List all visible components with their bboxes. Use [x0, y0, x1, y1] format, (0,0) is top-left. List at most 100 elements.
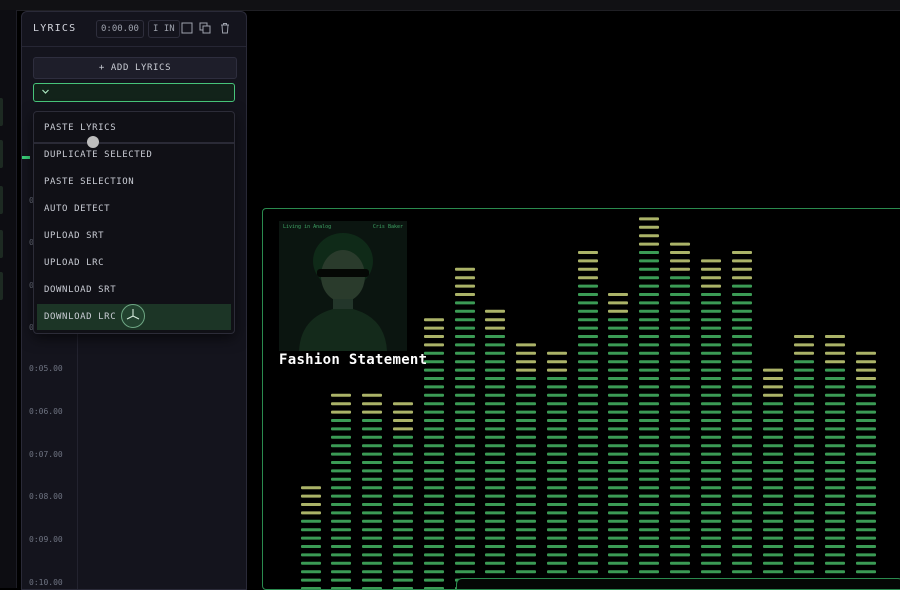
- visualizer-bar: [608, 419, 628, 422]
- visualizer-bar: [794, 343, 814, 347]
- visualizer-bar: [732, 326, 752, 330]
- visualizer-bar: [763, 503, 783, 506]
- visualizer-bar: [670, 385, 690, 389]
- visualizer-bar: [639, 528, 659, 532]
- visualizer-bar: [516, 385, 536, 389]
- rail-tab[interactable]: [0, 98, 3, 126]
- visualizer-bar: [362, 536, 382, 540]
- visualizer-bar: [578, 276, 598, 280]
- visualizer-bar: [639, 452, 659, 456]
- playhead-marker[interactable]: [22, 156, 30, 159]
- copy-icon[interactable]: [199, 22, 211, 34]
- visualizer-bar: [763, 393, 783, 397]
- visualizer-bar: [701, 351, 721, 355]
- cursor-icon: [121, 304, 145, 328]
- menu-item-download-srt[interactable]: DOWNLOAD SRT: [37, 278, 231, 302]
- rail-tab[interactable]: [0, 230, 3, 258]
- visualizer-bar: [331, 410, 351, 414]
- visualizer-bar: [794, 503, 814, 506]
- visualizer-bar: [608, 377, 628, 380]
- visualizer-bar: [856, 385, 876, 389]
- visualizer-bar: [608, 301, 628, 305]
- visualizer-bar: [485, 561, 505, 565]
- visualizer-bar: [701, 452, 721, 456]
- visualizer-bar: [639, 276, 659, 280]
- visualizer-bar: [547, 469, 567, 473]
- visualizer-bar: [608, 545, 628, 548]
- menu-item-auto-detect[interactable]: AUTO DETECT: [37, 197, 231, 221]
- visualizer-bar: [455, 335, 475, 338]
- visualizer-bar: [424, 477, 444, 481]
- visualizer-bar: [794, 570, 814, 574]
- visualizer-bar: [516, 561, 536, 565]
- visualizer-bar: [701, 435, 721, 439]
- video-preview[interactable]: Living in Analog Cris Baker Fashion Stat…: [262, 208, 900, 590]
- visualizer-bar: [670, 284, 690, 288]
- visualizer-bar: [424, 385, 444, 389]
- visualizer-bar: [639, 309, 659, 313]
- in-button[interactable]: I IN: [148, 20, 180, 38]
- visualizer-bar: [608, 435, 628, 439]
- visualizer-bar: [794, 511, 814, 515]
- visualizer-bar: [516, 511, 536, 515]
- checkbox-icon[interactable]: [181, 22, 193, 34]
- visualizer-bar: [301, 486, 321, 490]
- drag-handle[interactable]: [87, 136, 99, 148]
- visualizer-bar: [856, 469, 876, 473]
- visualizer-bar: [856, 528, 876, 532]
- visualizer-bar: [455, 351, 475, 355]
- visualizer-bar: [362, 469, 382, 473]
- rail-tab[interactable]: [0, 140, 3, 168]
- menu-item-upload-srt[interactable]: UPLOAD SRT: [37, 224, 231, 248]
- add-lyrics-button[interactable]: + ADD LYRICS: [33, 57, 237, 79]
- visualizer-bar: [455, 410, 475, 414]
- visualizer-bar: [485, 570, 505, 574]
- lyrics-select[interactable]: [33, 83, 235, 102]
- visualizer-bar: [763, 553, 783, 557]
- menu-item-paste-lyrics[interactable]: PASTE LYRICS: [37, 116, 231, 140]
- visualizer-bar: [794, 486, 814, 490]
- visualizer-bar: [547, 486, 567, 490]
- visualizer-bar: [856, 360, 876, 364]
- timestamp-label: 0:06.00: [29, 407, 63, 416]
- menu-item-upload-lrc[interactable]: UPLOAD LRC: [37, 251, 231, 275]
- visualizer-bar: [485, 503, 505, 506]
- visualizer-bar: [485, 351, 505, 355]
- visualizer-bar: [794, 419, 814, 422]
- menu-item-duplicate-selected[interactable]: DUPLICATE SELECTED: [37, 143, 231, 167]
- visualizer-bar: [455, 461, 475, 464]
- visualizer-bar: [331, 419, 351, 422]
- visualizer-bar: [732, 368, 752, 372]
- visualizer-bar: [578, 503, 598, 506]
- rail-tab[interactable]: [0, 186, 3, 214]
- visualizer-bar: [362, 545, 382, 548]
- visualizer-bar: [794, 519, 814, 523]
- visualizer-bar: [424, 503, 444, 506]
- visualizer-bar: [578, 351, 598, 355]
- visualizer-bar: [331, 545, 351, 548]
- menu-item-paste-selection[interactable]: PASTE SELECTION: [37, 170, 231, 194]
- visualizer-bar: [485, 318, 505, 322]
- visualizer-bar: [701, 301, 721, 305]
- visualizer-bar: [701, 444, 721, 448]
- rail-tab[interactable]: [0, 272, 3, 300]
- visualizer-bar: [485, 511, 505, 515]
- visualizer-bar: [701, 343, 721, 347]
- trash-icon[interactable]: [219, 22, 231, 34]
- visualizer-bar: [825, 519, 845, 523]
- visualizer-bar: [639, 234, 659, 238]
- visualizer-bar: [331, 427, 351, 431]
- visualizer-bar: [856, 402, 876, 406]
- visualizer-bar: [393, 452, 413, 456]
- visualizer-bar: [794, 494, 814, 498]
- visualizer-bar: [763, 511, 783, 515]
- timestamp-label: 0:09.00: [29, 535, 63, 544]
- visualizer-bar: [639, 545, 659, 548]
- visualizer-bar: [701, 318, 721, 322]
- visualizer-bar: [639, 259, 659, 263]
- visualizer-bar: [301, 494, 321, 498]
- visualizer-bar: [701, 393, 721, 397]
- visualizer-bar: [825, 368, 845, 372]
- visualizer-bar: [701, 267, 721, 271]
- visualizer-bar: [639, 377, 659, 380]
